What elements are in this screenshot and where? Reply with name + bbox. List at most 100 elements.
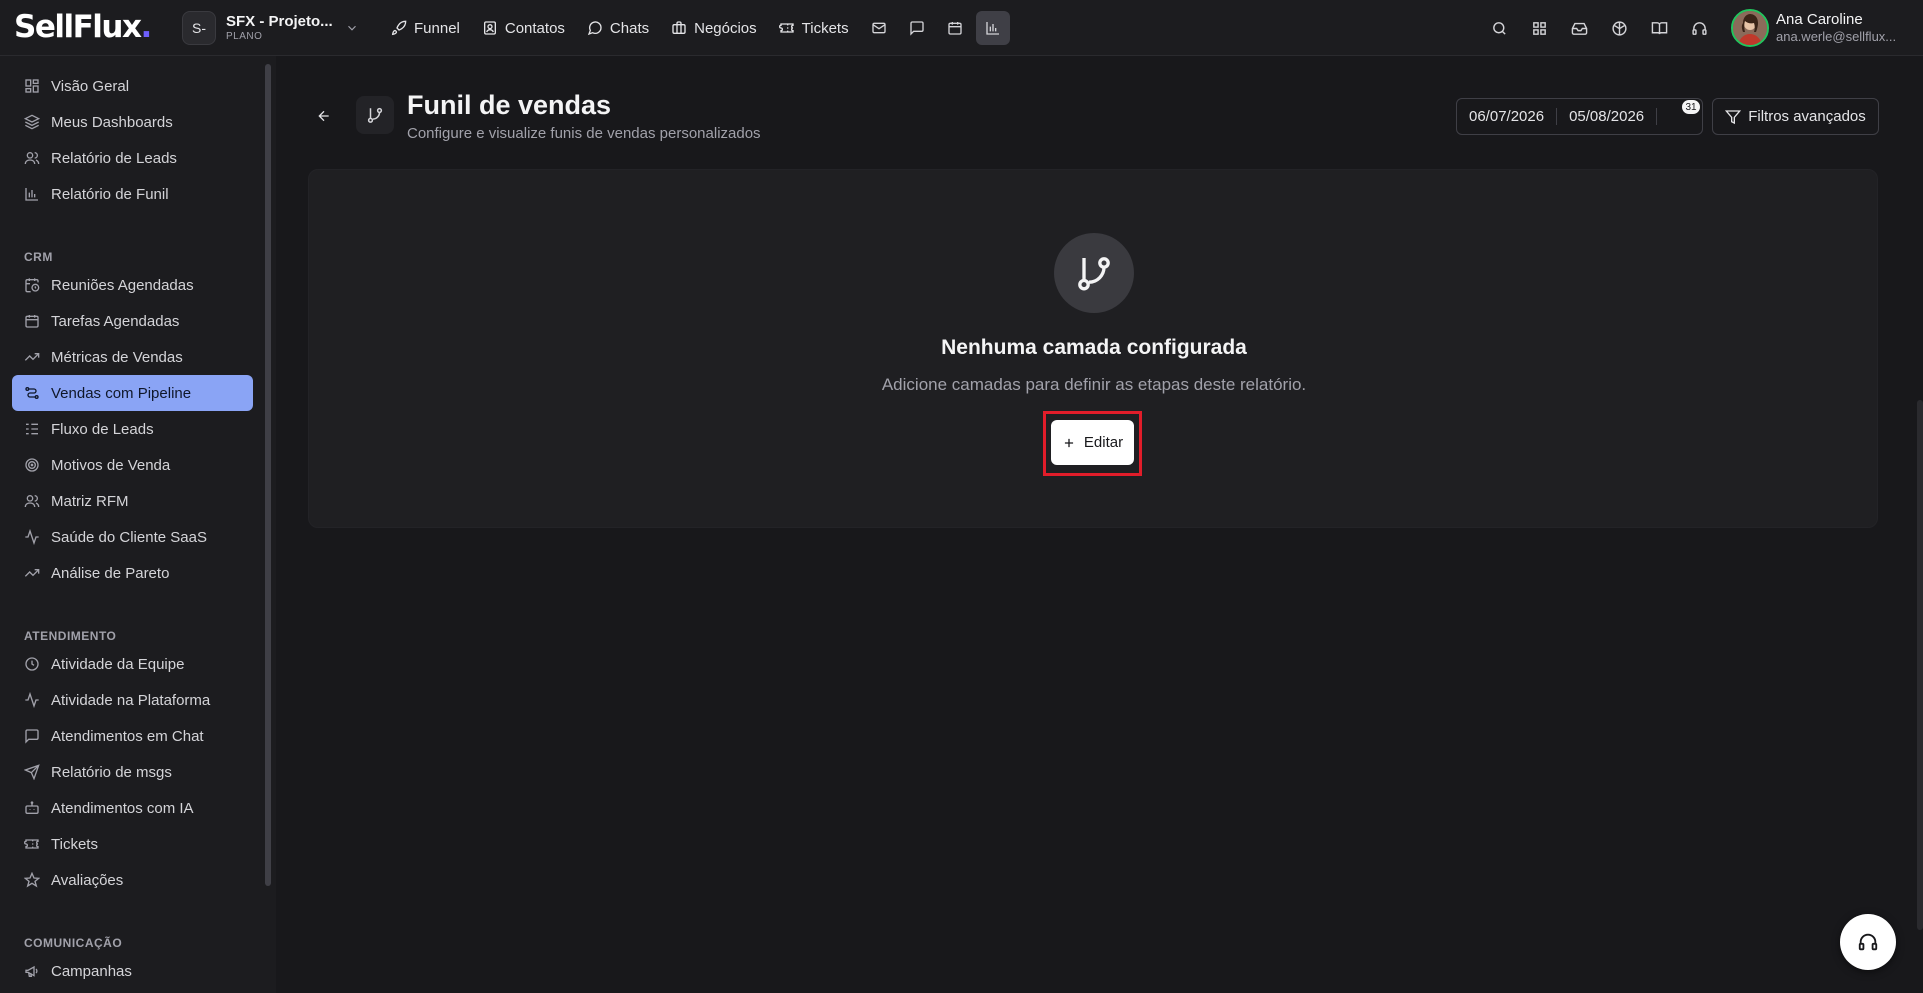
- sidebar-item-meus-dashboards[interactable]: Meus Dashboards: [12, 104, 253, 140]
- sidebar-item-label: Métricas de Vendas: [51, 348, 183, 366]
- nav-contatos-label: Contatos: [504, 19, 565, 37]
- sidebar-item-label: Atendimentos com IA: [51, 799, 194, 817]
- calendar-clock-icon: [24, 277, 40, 293]
- sidebar-item-relatorio-de-leads[interactable]: Relatório de Leads: [12, 140, 253, 176]
- sidebar-item-metricas-de-vendas[interactable]: Métricas de Vendas: [12, 339, 253, 375]
- chat-bubble-icon: [587, 20, 603, 36]
- trend-icon: [24, 349, 40, 365]
- sidebar-item-tickets[interactable]: Tickets: [12, 826, 253, 862]
- sidebar-item-label: Avaliações: [51, 871, 124, 889]
- megaphone-icon: [24, 963, 40, 979]
- advanced-filters-label: Filtros avançados: [1748, 108, 1866, 125]
- nav-funnel[interactable]: Funnel: [382, 11, 469, 45]
- date-range-picker[interactable]: 06/07/2026 05/08/2026: [1456, 98, 1703, 135]
- sidebar-item-label: Tarefas Agendadas: [51, 312, 180, 330]
- support-headset-icon[interactable]: [1840, 914, 1896, 970]
- sidebar-item-atendimentos-com-ia[interactable]: Atendimentos com IA: [12, 790, 253, 826]
- sidebar-section-crm: CRM: [24, 250, 53, 264]
- sidebar-item-analise-de-pareto[interactable]: Análise de Pareto: [12, 555, 253, 591]
- sidebar-item-vendas-com-pipeline[interactable]: Vendas com Pipeline: [12, 375, 253, 411]
- sidebar-section-comunicacao: COMUNICAÇÃO: [24, 936, 123, 950]
- sidebar-item-label: Relatório de msgs: [51, 763, 172, 781]
- nav-funnel-label: Funnel: [414, 19, 460, 37]
- sidebar-item-matriz-rfm[interactable]: Matriz RFM: [12, 483, 253, 519]
- sidebar-item-saude-do-cliente-saas[interactable]: Saúde do Cliente SaaS: [12, 519, 253, 555]
- sidebar-item-tarefas-agendadas[interactable]: Tarefas Agendadas: [12, 303, 253, 339]
- sidebar-item-campanhas[interactable]: Campanhas: [12, 953, 253, 989]
- project-avatar: S-: [182, 11, 216, 45]
- users-icon: [24, 493, 40, 509]
- sidebar-scrollbar[interactable]: [265, 64, 271, 886]
- sidebar-item-label: Relatório de Leads: [51, 149, 177, 167]
- sidebar-item-label: Reuniões Agendadas: [51, 276, 194, 294]
- sidebar-item-label: Motivos de Venda: [51, 456, 171, 474]
- sidebar-item-label: Campanhas: [51, 962, 132, 980]
- sidebar-item-relatorio-de-funil[interactable]: Relatório de Funil: [12, 176, 253, 212]
- nav-tickets-label: Tickets: [801, 19, 849, 37]
- sidebar-item-label: Atividade na Plataforma: [51, 691, 211, 709]
- sidebar-item-motivos-de-venda[interactable]: Motivos de Venda: [12, 447, 253, 483]
- sidebar-item-label: Vendas com Pipeline: [51, 384, 192, 402]
- clock-icon: [24, 656, 40, 672]
- sidebar-item-avaliacoes[interactable]: Avaliações: [12, 862, 253, 898]
- user-menu[interactable]: Ana Caroline ana.werle@sellflux...: [1731, 9, 1923, 47]
- project-plan: PLANO: [226, 30, 263, 42]
- date-end[interactable]: 05/08/2026: [1557, 108, 1658, 125]
- chevron-down-icon: [345, 21, 359, 35]
- sidebar-item-atendimentos-em-chat[interactable]: Atendimentos em Chat: [12, 718, 253, 754]
- page-subtitle: Configure e visualize funis de vendas pe…: [407, 125, 761, 142]
- activity-icon: [24, 692, 40, 708]
- empty-state-card: Nenhuma camada configurada Adicione cama…: [308, 169, 1878, 528]
- nav-tickets[interactable]: Tickets: [770, 11, 858, 45]
- sidebar-item-label: Atendimentos em Chat: [51, 727, 204, 745]
- layers-icon: [24, 114, 40, 130]
- back-arrow-icon[interactable]: [308, 104, 340, 128]
- headset-icon[interactable]: [1679, 8, 1719, 48]
- sidebar: Visão Geral Meus Dashboards Relatório de…: [0, 56, 276, 993]
- edit-button[interactable]: Editar: [1051, 420, 1134, 465]
- apps-grid-icon[interactable]: [1519, 8, 1559, 48]
- sidebar-item-fluxo-de-leads[interactable]: Fluxo de Leads: [12, 411, 253, 447]
- nav-chats-label: Chats: [609, 19, 650, 37]
- project-selector[interactable]: S- SFX - Projeto... PLANO: [182, 10, 359, 46]
- user-name: Ana Caroline: [1776, 10, 1863, 28]
- sidebar-item-label: Atividade da Equipe: [51, 655, 185, 673]
- sidebar-item-atividade-na-plataforma[interactable]: Atividade na Plataforma: [12, 682, 253, 718]
- calendar-icon[interactable]: [938, 11, 972, 45]
- user-email: ana.werle@sellflux...: [1776, 29, 1897, 45]
- bar-chart-icon[interactable]: [975, 11, 1010, 45]
- sidebar-item-relatorio-de-msgs[interactable]: Relatório de msgs: [12, 754, 253, 790]
- grid-icon: [24, 78, 40, 94]
- sidebar-item-label: Análise de Pareto: [51, 564, 170, 582]
- sidebar-item-atividade-da-equipe[interactable]: Atividade da Equipe: [12, 646, 253, 682]
- advanced-filters-button[interactable]: Filtros avançados: [1712, 98, 1879, 135]
- sellflux-logo[interactable]: SellFlux.: [14, 9, 152, 45]
- mail-icon[interactable]: [862, 11, 896, 45]
- date-range-days-badge: 31: [1681, 99, 1701, 115]
- date-start[interactable]: 06/07/2026: [1457, 108, 1558, 125]
- message-square-icon[interactable]: [900, 11, 934, 45]
- avatar: [1731, 9, 1769, 47]
- nav-negocios-label: Negócios: [694, 19, 757, 37]
- sidebar-item-label: Relatório de Funil: [51, 185, 169, 203]
- main-scrollbar[interactable]: [1917, 400, 1923, 930]
- inbox-icon[interactable]: [1559, 8, 1599, 48]
- sidebar-item-visao-geral[interactable]: Visão Geral: [12, 68, 253, 104]
- main-nav: Funnel Contatos Chats Negócios Tickets: [382, 10, 1010, 46]
- sidebar-item-reunioes-agendadas[interactable]: Reuniões Agendadas: [12, 267, 253, 303]
- search-icon[interactable]: [1479, 8, 1519, 48]
- ticket-icon: [778, 20, 795, 36]
- bot-icon: [24, 800, 40, 816]
- nav-contatos[interactable]: Contatos: [473, 11, 574, 45]
- book-open-icon[interactable]: [1639, 8, 1679, 48]
- briefcase-icon: [671, 20, 687, 36]
- brain-icon[interactable]: [1599, 8, 1639, 48]
- sidebar-item-label: Fluxo de Leads: [51, 420, 154, 438]
- git-branch-icon: [1054, 233, 1134, 313]
- edit-button-label: Editar: [1083, 434, 1124, 451]
- page-title: Funil de vendas: [407, 90, 612, 120]
- top-right-actions: Ana Caroline ana.werle@sellflux...: [1479, 8, 1923, 48]
- nav-negocios[interactable]: Negócios: [662, 11, 766, 45]
- activity-icon: [24, 529, 40, 545]
- nav-chats[interactable]: Chats: [578, 11, 658, 45]
